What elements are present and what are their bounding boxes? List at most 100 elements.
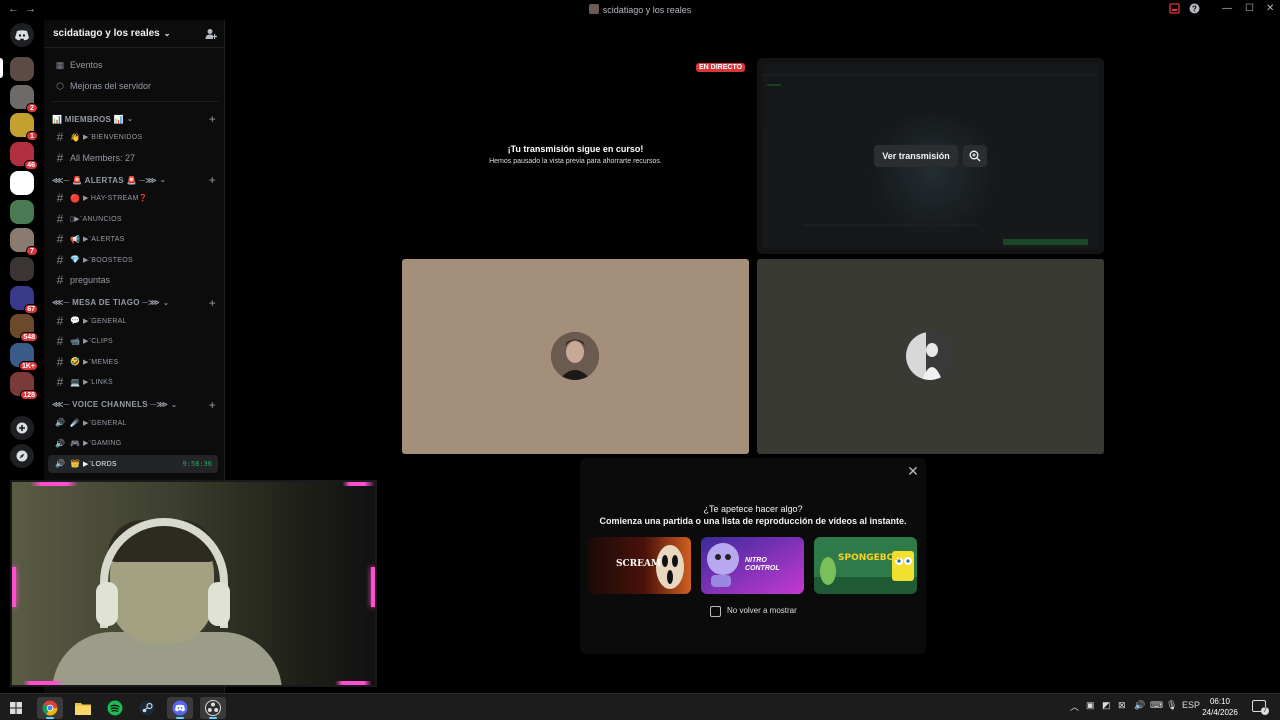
taskbar-spotify[interactable] [102, 697, 128, 719]
windows-taskbar: ︿ ▣ ◩ ⊠ 🔊 ⌨ 🎙 ESP 06:10 24/4/2026 7 [0, 693, 1280, 720]
activity-card-spongebob[interactable]: SPONGEBOB [814, 537, 917, 594]
server-icon[interactable] [10, 200, 34, 224]
create-channel-icon[interactable]: + [209, 173, 216, 187]
hash-icon: # [56, 375, 64, 389]
create-channel-icon[interactable]: + [209, 296, 216, 310]
tray-app-icon[interactable]: ⊠ [1118, 700, 1126, 711]
speaker-icon: 🔊 [55, 459, 65, 468]
hash-icon: # [56, 354, 64, 369]
voice-channel[interactable]: 🔊 ☄️ ▶¨GENERAL [48, 414, 218, 432]
guild-header[interactable]: scidatiago y los reales ⌄ [44, 20, 225, 48]
text-channel[interactable]: # 🔴 ▶ HAY-STREAM❓ [48, 189, 218, 207]
server-icon[interactable]: 1K+ [10, 343, 38, 371]
channel-emoji: 🔴 [70, 193, 80, 203]
channel-emoji: ☄️ [70, 418, 80, 427]
notification-center-icon[interactable]: 7 [1252, 700, 1269, 715]
server-icon[interactable] [10, 57, 34, 81]
category-label: ⋘─ MESA DE TIAGO ─⋙ [52, 298, 160, 307]
channel-name: ▶¨LORDS [82, 460, 117, 468]
close-icon[interactable]: ✕ [906, 463, 920, 480]
language-indicator[interactable]: ESP [1182, 700, 1200, 710]
boost-icon: ⬡ [56, 80, 64, 91]
tray-app-icon[interactable]: ◩ [1102, 700, 1111, 711]
chevron-down-icon: ⌄ [163, 29, 171, 38]
microphone-icon[interactable]: 🎙 [1166, 700, 1177, 711]
taskbar-chrome[interactable] [37, 697, 63, 719]
channel-category[interactable]: ⋘─ 🚨 ALERTAS 🚨 ─⋙ ⌄ + [52, 173, 218, 187]
text-channel[interactable]: # 📢 ▶¨ALERTAS [48, 230, 218, 248]
popup-description: Comienza una partida o una lista de repr… [599, 516, 907, 526]
fullscreen-stream-button[interactable] [963, 145, 987, 167]
inbox-icon[interactable] [1169, 3, 1180, 17]
start-button[interactable] [3, 697, 29, 719]
user-tile[interactable] [402, 259, 749, 454]
channel-emoji: 👋 [70, 132, 80, 142]
user-tile[interactable] [757, 259, 1104, 454]
hash-icon: # [56, 334, 64, 348]
taskbar-obs[interactable] [200, 697, 226, 719]
sidebar-item-server-boosts[interactable]: ⬡ Mejoras del servidor [48, 77, 218, 95]
channel-name: ▶¨GAMING [82, 440, 122, 447]
server-icon[interactable]: 67 [10, 286, 38, 314]
text-channel[interactable]: # All Members: 27 [48, 149, 218, 167]
channel-category[interactable]: 📊 MIEMBROS 📊 ⌄ + [52, 112, 218, 126]
invite-icon[interactable] [205, 28, 217, 40]
show-hidden-icons[interactable]: ︿ [1070, 700, 1079, 713]
server-icon[interactable]: 548 [10, 314, 38, 342]
notification-count: 7 [1261, 707, 1269, 715]
calendar-icon: ▦ [55, 59, 65, 70]
webcam-overlay [10, 480, 377, 687]
server-icon[interactable] [10, 171, 34, 195]
server-icon[interactable]: 128 [10, 372, 38, 400]
channel-category[interactable]: ⋘─ MESA DE TIAGO ─⋙ ⌄ + [52, 296, 218, 310]
voice-channel[interactable]: 🔊 🎮 ▶¨GAMING [48, 434, 218, 452]
text-channel[interactable]: # 📹 ▶¨CLIPS [48, 332, 218, 350]
hash-icon: # [56, 191, 64, 205]
paused-subtitle: Hemos pausado la vista previa para ahorr… [489, 158, 662, 165]
activity-card-scream[interactable]: SCREAM [588, 537, 691, 594]
server-icon[interactable]: 1 [10, 113, 38, 141]
discover-button[interactable] [10, 444, 34, 468]
minimize-icon[interactable]: — [1222, 3, 1232, 14]
watch-stream-button[interactable]: Ver transmisión [874, 145, 958, 167]
discord-icon [172, 700, 188, 716]
channel-emoji: 📹 [70, 336, 80, 346]
sidebar-item-events[interactable]: ▦ Eventos [48, 56, 218, 74]
title-bar: ← → scidatiago y los reales ? — ☐ ✕ [0, 0, 1280, 20]
text-channel[interactable]: # 💬 ▶¨GENERAL [48, 312, 218, 330]
close-window-icon[interactable]: ✕ [1266, 3, 1274, 14]
channel-category[interactable]: ⋘─ VOICE CHANNELS ─⋙ ⌄ + [52, 398, 218, 412]
server-icon[interactable]: 2 [10, 85, 38, 113]
dont-show-again-checkbox[interactable] [710, 606, 721, 617]
taskbar-discord[interactable] [167, 697, 193, 719]
taskbar-steam[interactable] [134, 697, 160, 719]
maximize-icon[interactable]: ☐ [1245, 3, 1254, 14]
channel-name: ▶¨BOOSTEOS [82, 256, 133, 264]
text-channel[interactable]: # ▯▶¨ANUNCIOS [48, 210, 218, 228]
voice-channel[interactable]: 🔊 👑 ▶¨LORDS 9:58:36 [48, 454, 218, 473]
card-label: SCREAM [616, 559, 661, 569]
text-channel[interactable]: # 💻 ▶¨LINKS [48, 373, 218, 391]
system-clock[interactable]: 06:10 24/4/2026 [1200, 696, 1240, 718]
text-channel[interactable]: # 👋 ▶¨BIENVENIDOS [48, 128, 218, 146]
text-channel[interactable]: # 💎 ▶¨BOOSTEOS [48, 251, 218, 269]
server-icon[interactable] [10, 257, 34, 281]
taskbar-explorer[interactable] [70, 697, 96, 719]
create-channel-icon[interactable]: + [209, 112, 216, 126]
add-server-button[interactable] [10, 416, 34, 440]
text-channel[interactable]: # preguntas [48, 271, 218, 289]
create-channel-icon[interactable]: + [209, 398, 216, 412]
svg-text:?: ? [1192, 5, 1197, 14]
activity-card-nitro-control[interactable]: NITRO CONTROL [701, 537, 804, 594]
chrome-icon [42, 700, 58, 716]
volume-icon[interactable]: 🔊 [1134, 700, 1145, 711]
channel-emoji: 💎 [70, 255, 80, 264]
server-icon[interactable]: 46 [10, 142, 38, 170]
server-icon[interactable]: 7 [10, 228, 38, 256]
selected-server-pill [0, 58, 3, 78]
text-channel[interactable]: # 🤣 ▶¨MEMES [48, 353, 218, 371]
tray-app-icon[interactable]: ▣ [1086, 700, 1095, 711]
help-icon[interactable]: ? [1189, 3, 1200, 17]
network-icon[interactable]: ⌨ [1150, 700, 1163, 711]
direct-messages-button[interactable] [10, 23, 34, 47]
